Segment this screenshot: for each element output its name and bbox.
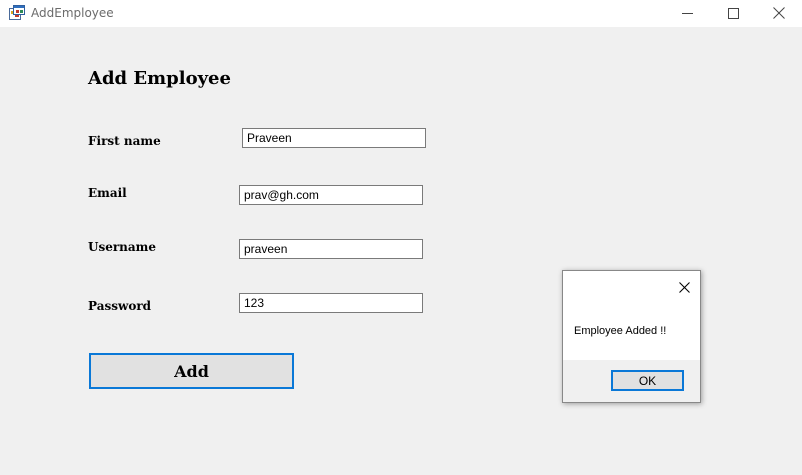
- minimize-button[interactable]: [664, 0, 710, 27]
- maximize-button[interactable]: [710, 0, 756, 27]
- username-label: Username: [88, 240, 157, 254]
- message-box-footer: OK: [563, 360, 700, 402]
- email-input[interactable]: [239, 185, 423, 205]
- password-input[interactable]: [239, 293, 423, 313]
- maximize-icon: [727, 4, 739, 23]
- title-bar: AddEmployee: [0, 0, 802, 27]
- window-title: AddEmployee: [31, 6, 114, 20]
- add-button[interactable]: Add: [89, 353, 294, 389]
- first-name-input[interactable]: [242, 128, 426, 148]
- password-label: Password: [88, 299, 152, 313]
- close-icon: [773, 4, 785, 23]
- email-label: Email: [88, 186, 127, 200]
- minimize-icon: [681, 4, 693, 23]
- form-heading: Add Employee: [88, 68, 231, 89]
- close-icon: [678, 278, 690, 297]
- message-box-close-button[interactable]: [676, 279, 692, 295]
- message-text: Employee Added !!: [574, 325, 667, 337]
- first-name-label: First name: [88, 134, 161, 148]
- message-box: Employee Added !! OK: [562, 270, 701, 403]
- username-input[interactable]: [239, 239, 423, 259]
- ok-button[interactable]: OK: [611, 370, 684, 391]
- app-form-icon: [9, 5, 25, 21]
- close-button[interactable]: [756, 0, 802, 27]
